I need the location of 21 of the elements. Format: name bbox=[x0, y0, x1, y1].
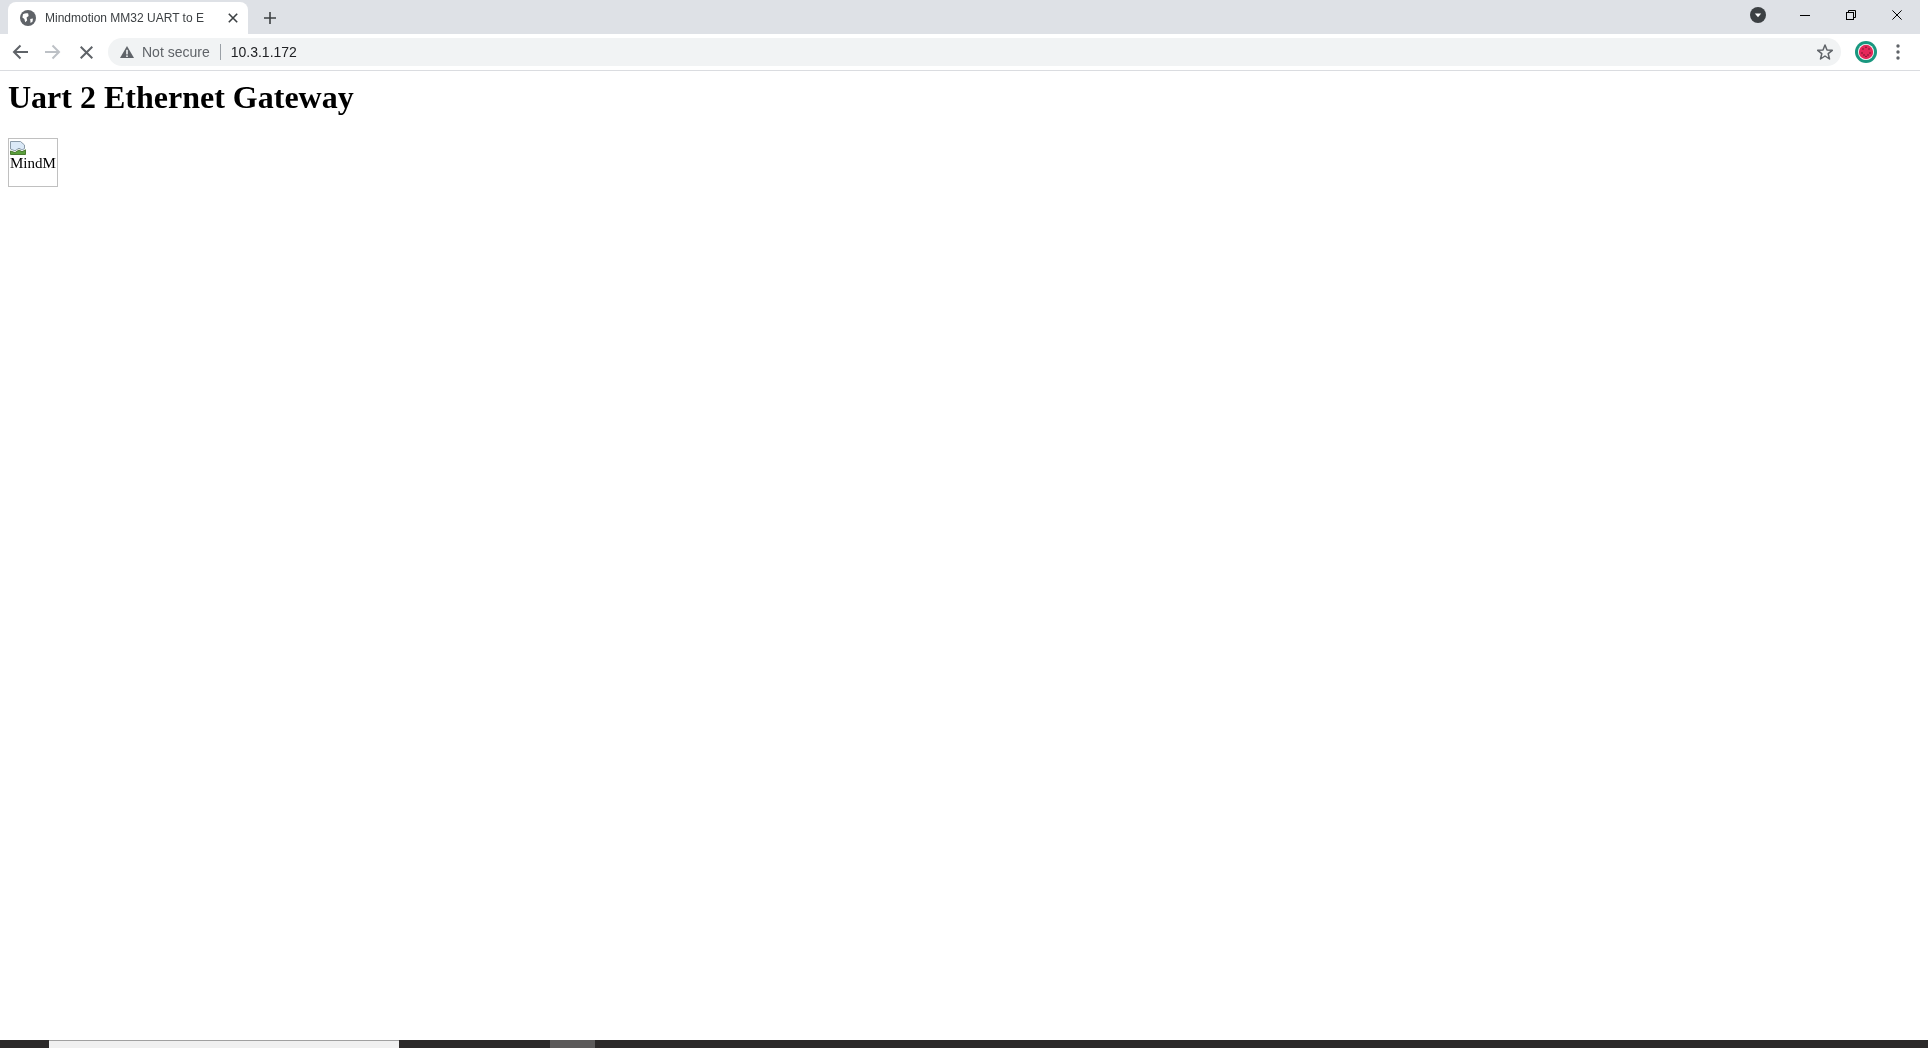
address-field[interactable]: Not secure 10.3.1.172 bbox=[108, 38, 1841, 66]
plus-icon[interactable] bbox=[264, 12, 276, 24]
menu-icon[interactable] bbox=[1896, 44, 1900, 60]
dropdown-icon[interactable] bbox=[1750, 7, 1766, 23]
search-field[interactable] bbox=[49, 1040, 399, 1048]
globe-icon bbox=[20, 10, 36, 26]
close-icon[interactable] bbox=[1892, 10, 1902, 20]
close-icon[interactable] bbox=[228, 13, 238, 23]
avatar-icon[interactable] bbox=[1855, 41, 1877, 63]
warning-icon bbox=[120, 46, 134, 58]
star-icon[interactable] bbox=[1817, 44, 1833, 60]
minimize-icon[interactable] bbox=[1800, 14, 1810, 16]
url-text[interactable]: 10.3.1.172 bbox=[230, 44, 1817, 60]
page-heading: Uart 2 Ethernet Gateway bbox=[8, 79, 355, 116]
restore-icon[interactable] bbox=[1846, 10, 1856, 20]
security-indicator[interactable]: Not secure bbox=[120, 44, 210, 60]
image-alt-text: MindM bbox=[10, 155, 57, 172]
browser-tab[interactable]: Mindmotion MM32 UART to E bbox=[8, 2, 248, 34]
stop-icon[interactable] bbox=[79, 45, 93, 59]
back-arrow-icon[interactable] bbox=[12, 44, 28, 60]
broken-image-icon bbox=[10, 141, 26, 155]
